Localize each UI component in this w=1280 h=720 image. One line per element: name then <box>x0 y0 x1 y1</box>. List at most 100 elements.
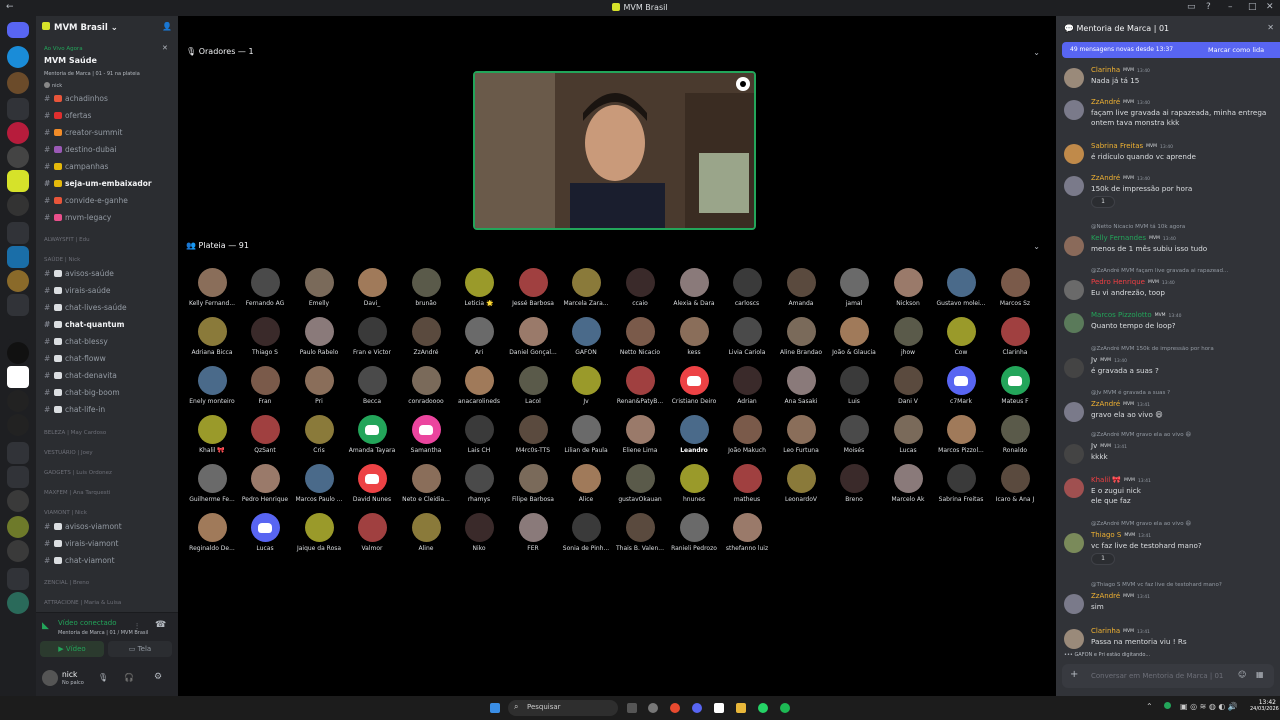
avatar[interactable] <box>1064 402 1084 422</box>
message-author[interactable]: ZzAndré MVM 13:41 <box>1091 400 1150 408</box>
avatar[interactable] <box>1064 358 1084 378</box>
avatar[interactable] <box>1064 629 1084 649</box>
audience-member[interactable]: Lais CH <box>452 415 506 454</box>
channel-item[interactable]: # achadinhos <box>44 94 174 106</box>
message-author[interactable]: Khalil 🎀 MVM 13:41 <box>1091 476 1151 484</box>
maximize-icon[interactable]: □ <box>1248 2 1257 12</box>
new-messages-bar[interactable]: 49 mensagens novas desde 13:37 Marcar co… <box>1062 42 1280 58</box>
direct-messages-icon[interactable] <box>7 22 29 38</box>
audience-member[interactable]: Fernando AG <box>238 268 292 307</box>
avatar[interactable] <box>1064 594 1084 614</box>
category-gadgets[interactable]: GADGETS | Luis Ordonez <box>44 470 112 476</box>
audience-member[interactable]: Breno <box>827 464 881 503</box>
avatar[interactable] <box>1064 313 1084 333</box>
audience-member[interactable]: sthefanno luiz <box>720 513 774 552</box>
channel-item[interactable]: # chat-life-in <box>44 405 174 417</box>
audience-member[interactable]: Sonia de Pinh... <box>559 513 613 552</box>
server-icon[interactable] <box>7 366 29 388</box>
audience-member[interactable]: Marcos Pizzol... <box>934 415 988 454</box>
channel-item[interactable]: # chat-quantum <box>44 320 174 332</box>
speaker-video[interactable] <box>473 71 756 230</box>
chevron-down-icon[interactable]: ⌄ <box>1033 242 1040 251</box>
audience-member[interactable]: Dani V <box>881 366 935 405</box>
channel-item[interactable]: # mvm-legacy <box>44 213 174 225</box>
avatar[interactable] <box>1064 176 1084 196</box>
minimize-icon[interactable]: – <box>1228 2 1233 12</box>
message-author[interactable]: Thiago S MVM 13:41 <box>1091 531 1151 539</box>
avatar[interactable] <box>1064 280 1084 300</box>
audience-member[interactable]: Reginaldo De... <box>185 513 239 552</box>
category-attracione[interactable]: ATTRACIONE | Maria & Luisa <box>44 600 121 606</box>
reply-preview[interactable]: @ZzAndré MVM façam live gravada ai rapaz… <box>1091 268 1228 274</box>
server-icon[interactable] <box>7 194 29 216</box>
avatar[interactable] <box>1064 533 1084 553</box>
channel-item[interactable]: # virais-saúde <box>44 286 174 298</box>
audience-member[interactable]: M4rc0s-TTS <box>506 415 560 454</box>
message-author[interactable]: Clarinha MVM 13:40 <box>1091 66 1150 74</box>
folder-icon[interactable] <box>7 442 29 464</box>
server-icon[interactable] <box>7 592 29 614</box>
category-beleza[interactable]: BELEZA | May Cardoso <box>44 430 106 436</box>
audience-member[interactable]: Leticia 🌟 <box>452 268 506 307</box>
audience-member[interactable]: Lacol <box>506 366 560 405</box>
audience-member[interactable]: Renan&PatyB... <box>613 366 667 405</box>
channel-item[interactable]: # creator-summit <box>44 128 174 140</box>
server-icon[interactable] <box>7 516 29 538</box>
message-author[interactable]: Jv MVM 13:40 <box>1091 356 1127 364</box>
category-saude[interactable]: SAÚDE | Nick <box>44 257 80 263</box>
audience-member[interactable]: Leandro <box>667 415 721 454</box>
audience-member[interactable]: kess <box>667 317 721 356</box>
audience-member[interactable]: Thais B. Valen... <box>613 513 667 552</box>
server-icon[interactable] <box>7 122 29 144</box>
add-attachment-icon[interactable]: + <box>1070 669 1078 680</box>
audience-member[interactable]: brunão <box>399 268 453 307</box>
server-icon[interactable] <box>7 318 29 340</box>
channel-item[interactable]: # chat-viamont <box>44 556 174 568</box>
close-window-icon[interactable]: ✕ <box>1266 2 1274 12</box>
audience-member[interactable]: Fran <box>238 366 292 405</box>
message-author[interactable]: Pedro Henrique MVM 13:40 <box>1091 278 1175 286</box>
audience-member[interactable]: Samantha <box>399 415 453 454</box>
reaction-button[interactable]: 1 <box>1091 553 1115 565</box>
message-author[interactable]: ZzAndré MVM 13:40 <box>1091 174 1150 182</box>
audience-member[interactable]: Icaro & Ana J <box>988 464 1042 503</box>
notion-icon[interactable] <box>714 703 724 713</box>
audience-member[interactable]: Gustavo molei... <box>934 268 988 307</box>
audience-member[interactable]: Ari <box>452 317 506 356</box>
audience-member[interactable]: Alexia & Dara <box>667 268 721 307</box>
audience-member[interactable]: Nickson <box>881 268 935 307</box>
mark-read-button[interactable]: Marcar como lida <box>1208 46 1264 54</box>
avatar[interactable] <box>42 670 58 686</box>
chevron-up-icon[interactable]: ⌃ <box>1146 702 1153 711</box>
audience-member[interactable]: jhow <box>881 317 935 356</box>
audience-member[interactable]: Fran e Victor <box>345 317 399 356</box>
channel-item[interactable]: # destino-dubai <box>44 145 174 157</box>
folder-icon[interactable] <box>7 568 29 590</box>
clock[interactable]: 13:42 24/03/2026 <box>1250 699 1279 712</box>
audience-member[interactable]: Enely monteiro <box>185 366 239 405</box>
message-author[interactable]: Jv MVM 13:41 <box>1091 442 1127 450</box>
audience-member[interactable]: QzSant <box>238 415 292 454</box>
audience-member[interactable]: Marcela Zara... <box>559 268 613 307</box>
avatar[interactable] <box>1064 68 1084 88</box>
audience-member[interactable]: Amanda Tayara <box>345 415 399 454</box>
audience-member[interactable]: Amanda <box>774 268 828 307</box>
audience-member[interactable]: Pedro Henrique <box>238 464 292 503</box>
headphones-icon[interactable]: 🎧 <box>124 673 134 682</box>
microphone-icon[interactable]: 🎙 <box>98 673 108 682</box>
audience-member[interactable]: jamal <box>827 268 881 307</box>
server-name[interactable]: MVM Brasil ⌄ <box>42 22 118 33</box>
audience-member[interactable]: matheus <box>720 464 774 503</box>
audience-member[interactable]: ZzAndré <box>399 317 453 356</box>
audience-member[interactable]: João & Glaucia <box>827 317 881 356</box>
server-icon[interactable] <box>7 72 29 94</box>
reply-preview[interactable]: @ZzAndré MVM gravo ela ao vivo 😄 <box>1091 521 1191 527</box>
chat-input[interactable]: + Conversar em Mentoria de Marca | 01 ☺ … <box>1062 664 1274 688</box>
audience-member[interactable]: Marcos Sz <box>988 268 1042 307</box>
audience-member[interactable]: Aline Brandao <box>774 317 828 356</box>
audience-member[interactable]: conradoooo <box>399 366 453 405</box>
message-author[interactable]: Kelly Fernandes MVM 13:40 <box>1091 234 1176 242</box>
audience-member[interactable]: Alice <box>559 464 613 503</box>
status-icon[interactable] <box>1164 702 1171 709</box>
audience-member[interactable]: Sabrina Freitas <box>934 464 988 503</box>
